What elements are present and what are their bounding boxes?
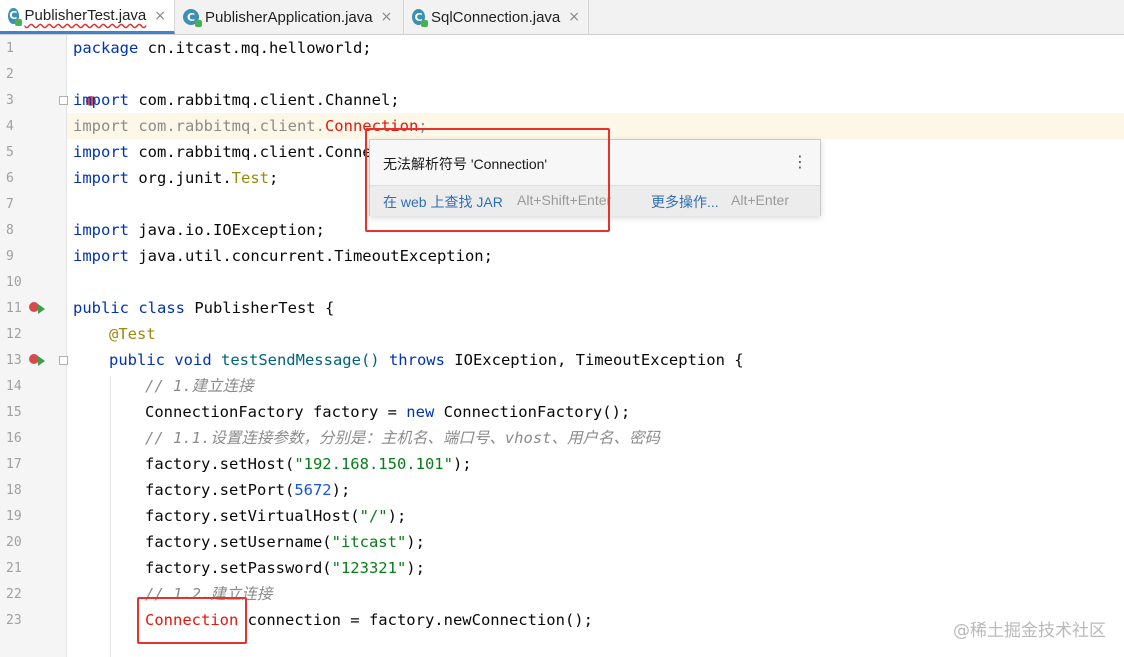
shortcut-hint: Alt+Enter	[731, 192, 789, 208]
tab-sql-connection[interactable]: C SqlConnection.java ×	[404, 0, 589, 34]
fold-marker-icon[interactable]	[59, 356, 68, 365]
line-number: 5	[6, 145, 14, 160]
code-line-1: package cn.itcast.mq.helloworld;	[73, 39, 372, 57]
code-line-11: public class PublisherTest {	[73, 299, 335, 317]
code-line-17: factory.setHost("192.168.150.101");	[145, 455, 472, 473]
line-number: 8	[6, 223, 14, 238]
java-class-icon: C	[183, 9, 202, 27]
line-number: 9	[6, 249, 14, 264]
code-line-8: import java.io.IOException;	[73, 221, 325, 239]
tab-label: PublisherTest.java	[24, 7, 147, 24]
code-line-20: factory.setUsername("itcast");	[145, 533, 425, 551]
highlight-box	[137, 597, 247, 644]
fold-marker-icon[interactable]	[59, 96, 68, 105]
code-line-3: import com.rabbitmq.client.Channel;	[73, 91, 400, 109]
line-number: 19	[6, 509, 22, 524]
line-number: 10	[6, 275, 22, 290]
line-number: 1	[6, 41, 14, 56]
line-number: 3	[6, 93, 14, 108]
line-number: 17	[6, 457, 22, 472]
tab-label: SqlConnection.java	[431, 8, 561, 26]
line-number: 23	[6, 613, 22, 628]
code-line-14: // 1.建立连接	[145, 377, 254, 395]
close-icon[interactable]: ×	[154, 8, 166, 24]
code-line-15: ConnectionFactory factory = new Connecti…	[145, 403, 631, 421]
line-number: 13	[6, 353, 22, 368]
code-line-16: // 1.1.设置连接参数，分别是：主机名、端口号、vhost、用户名、密码	[145, 429, 660, 447]
line-number: 7	[6, 197, 14, 212]
code-line-6: import org.junit.Test;	[73, 169, 279, 187]
java-class-icon: C	[8, 7, 21, 26]
run-test-icon[interactable]	[29, 301, 47, 315]
code-line-9: import java.util.concurrent.TimeoutExcep…	[73, 247, 493, 265]
code-line-21: factory.setPassword("123321");	[145, 559, 425, 577]
indent-guide	[110, 376, 111, 657]
more-actions-link[interactable]: 更多操作...	[651, 192, 719, 212]
line-number: 14	[6, 379, 22, 394]
line-number: 21	[6, 561, 22, 576]
line-number: 18	[6, 483, 22, 498]
tab-label: PublisherApplication.java	[205, 8, 373, 26]
line-number: 15	[6, 405, 22, 420]
code-line-13: public void testSendMessage() throws IOE…	[109, 351, 744, 369]
line-number: 6	[6, 171, 14, 186]
code-line-18: factory.setPort(5672);	[145, 481, 351, 499]
line-number: 2	[6, 67, 14, 82]
highlight-box	[365, 128, 610, 232]
line-number: 12	[6, 327, 22, 342]
watermark: @稀土掘金技术社区	[953, 621, 1106, 641]
line-number: 20	[6, 535, 22, 550]
java-class-icon: C	[412, 9, 428, 27]
line-number: 4	[6, 119, 14, 134]
editor-tab-bar: C PublisherTest.java × C PublisherApplic…	[0, 0, 1124, 35]
tab-publisher-application[interactable]: C PublisherApplication.java ×	[175, 0, 404, 34]
run-test-icon[interactable]	[29, 353, 47, 367]
close-icon[interactable]: ×	[568, 9, 580, 25]
more-options-icon[interactable]: ⋮	[792, 152, 808, 171]
line-number: 22	[6, 587, 22, 602]
code-line-19: factory.setVirtualHost("/");	[145, 507, 407, 525]
line-number: 16	[6, 431, 22, 446]
code-line-12: @Test	[109, 325, 156, 343]
line-number: 11	[6, 301, 22, 316]
close-icon[interactable]: ×	[381, 9, 393, 25]
tab-publisher-test[interactable]: C PublisherTest.java ×	[0, 0, 175, 34]
